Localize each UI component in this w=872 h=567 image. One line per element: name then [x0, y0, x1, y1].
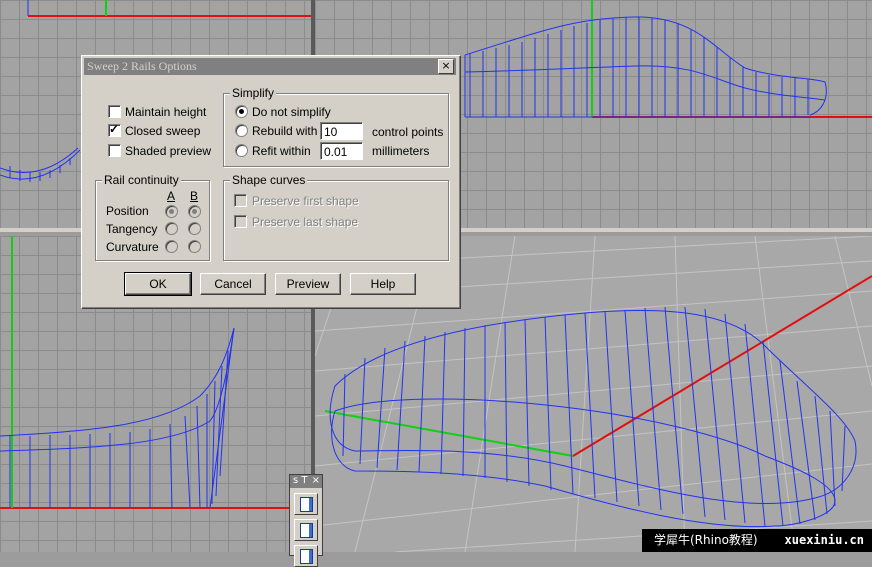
tangency-label: Tangency	[106, 222, 158, 236]
rail-b-tangency-radio[interactable]	[188, 222, 201, 235]
preview-button[interactable]: Preview	[275, 273, 341, 295]
toolbar-close-icon[interactable]: ×	[312, 475, 320, 486]
shape-curves-title: Shape curves	[230, 173, 308, 187]
maintain-height-checkbox[interactable]	[108, 105, 121, 118]
refit-tolerance-input[interactable]: 0.01	[320, 142, 363, 160]
rebuild-with-radio[interactable]	[235, 124, 248, 137]
radio-selected-icon	[192, 209, 197, 214]
toolbar-button-1[interactable]	[294, 493, 318, 515]
sweep-2-rails-dialog: Sweep 2 Rails Options × Maintain height …	[81, 55, 461, 309]
toolbar-title: s T	[293, 475, 308, 486]
shaded-preview-label[interactable]: Shaded preview	[125, 144, 211, 158]
radio-selected-icon	[239, 109, 244, 114]
rail-continuity-title: Rail continuity	[102, 173, 181, 187]
column-a-label: A	[167, 189, 176, 203]
rail-a-tangency-radio[interactable]	[165, 222, 178, 235]
preserve-last-shape-checkbox[interactable]	[234, 215, 247, 228]
position-label: Position	[106, 204, 149, 218]
closed-sweep-label[interactable]: Closed sweep	[125, 124, 200, 138]
surface-icon	[300, 523, 313, 538]
maintain-height-label[interactable]: Maintain height	[125, 105, 206, 119]
preserve-last-shape-label[interactable]: Preserve last shape	[252, 215, 358, 229]
watermark-left-text: 学犀牛(Rhino教程)	[654, 533, 758, 547]
do-not-simplify-label[interactable]: Do not simplify	[252, 105, 331, 119]
floating-toolbar[interactable]: s T ×	[289, 474, 323, 567]
watermark-right-text: xuexiniu.cn	[784, 533, 864, 547]
shaded-preview-checkbox[interactable]	[108, 144, 121, 157]
refit-within-radio[interactable]	[235, 144, 248, 157]
closed-sweep-checkbox[interactable]: ✓	[108, 122, 121, 137]
dialog-title: Sweep 2 Rails Options	[87, 59, 197, 73]
ok-button[interactable]: OK	[124, 272, 192, 296]
toolbar-title-bar[interactable]: s T ×	[290, 475, 322, 488]
preserve-first-shape-label[interactable]: Preserve first shape	[252, 194, 359, 208]
rail-b-position-radio[interactable]	[188, 205, 201, 218]
do-not-simplify-radio[interactable]	[235, 105, 248, 118]
rebuild-control-points-input[interactable]: 10	[320, 122, 363, 140]
close-icon[interactable]: ×	[438, 59, 454, 74]
help-button[interactable]: Help	[350, 273, 416, 295]
cancel-button[interactable]: Cancel	[200, 273, 266, 295]
surface-icon	[300, 497, 313, 512]
curvature-label: Curvature	[106, 240, 159, 254]
surface-icon	[300, 549, 313, 564]
rail-b-curvature-radio[interactable]	[188, 240, 201, 253]
simplify-group-title: Simplify	[230, 86, 277, 100]
rail-a-position-radio[interactable]	[165, 205, 178, 218]
refit-unit-label: millimeters	[372, 144, 430, 158]
column-b-label: B	[190, 189, 199, 203]
toolbar-button-3[interactable]	[294, 545, 318, 567]
preserve-first-shape-checkbox[interactable]	[234, 194, 247, 207]
rebuild-with-label[interactable]: Rebuild with	[252, 124, 317, 138]
refit-within-label[interactable]: Refit within	[252, 144, 311, 158]
rail-a-curvature-radio[interactable]	[165, 240, 178, 253]
radio-selected-icon	[169, 209, 174, 214]
toolbar-button-2[interactable]	[294, 519, 318, 541]
dialog-title-bar[interactable]: Sweep 2 Rails Options ×	[84, 58, 456, 75]
watermark-banner: 学犀牛(Rhino教程) xuexiniu.cn	[642, 529, 872, 552]
checkmark-icon: ✓	[109, 122, 120, 136]
rebuild-unit-label: control points	[372, 125, 444, 139]
